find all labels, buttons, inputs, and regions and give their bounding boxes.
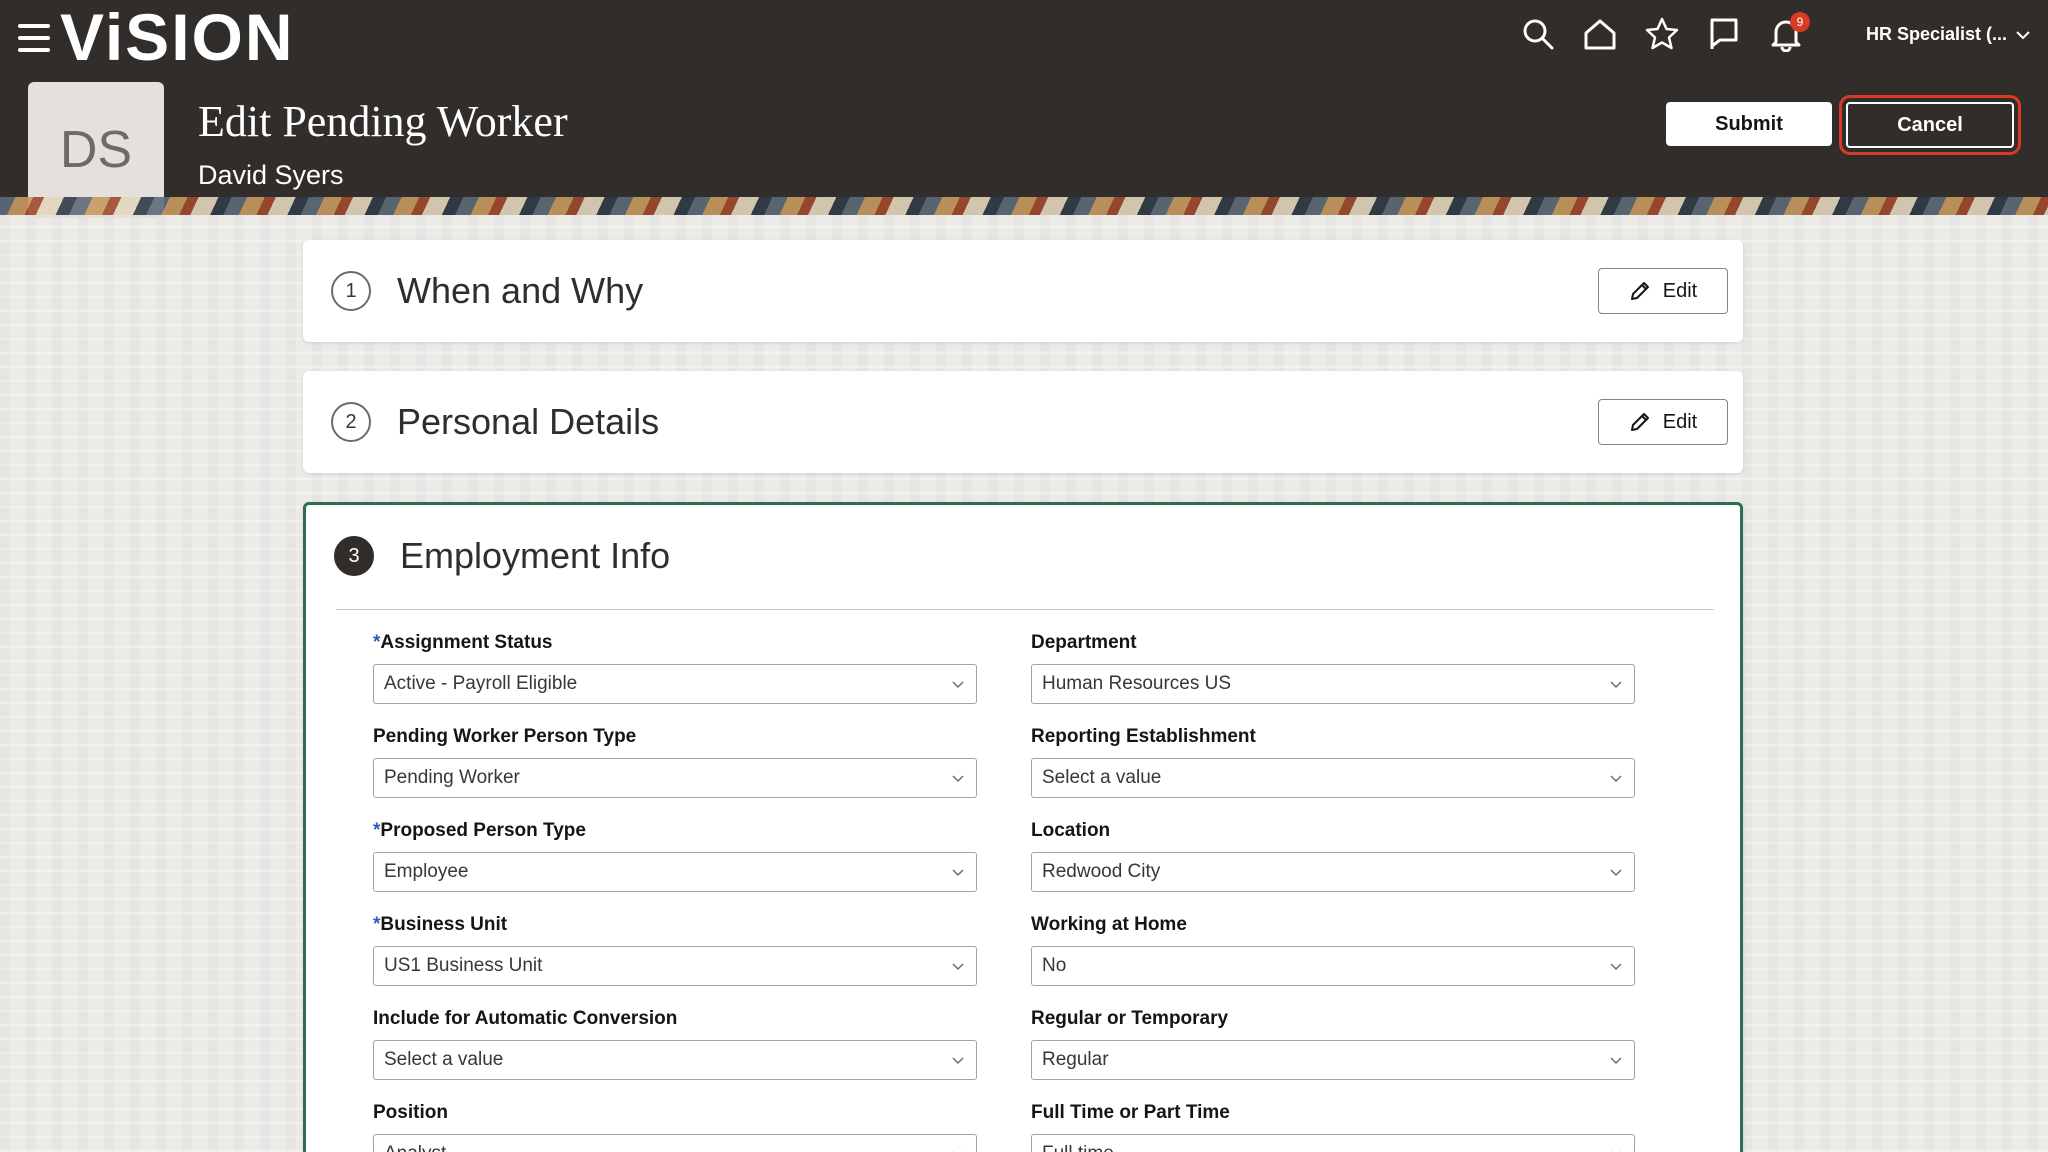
proposed-person-type-select[interactable]: Employee [373,852,977,892]
regular-or-temporary-select[interactable]: Regular [1031,1040,1635,1080]
chevron-down-icon [952,1057,964,1065]
chevron-down-icon [1610,681,1622,689]
select-value: Full time [1042,1143,1114,1152]
chevron-down-icon [952,963,964,971]
field-label: Assignment Status [380,632,553,653]
pencil-icon [1630,413,1649,431]
select-value: Employee [384,861,469,882]
working-at-home-select[interactable]: No [1031,946,1635,986]
edit-personal-details-button[interactable]: Edit [1598,399,1728,445]
field-label: Business Unit [380,914,508,935]
working-at-home-field: Working at Home No [1031,913,1635,986]
search-icon[interactable] [1520,16,1556,52]
star-icon[interactable] [1644,16,1680,52]
select-value: US1 Business Unit [384,955,543,976]
chevron-down-icon [1610,963,1622,971]
reporting-establishment-select[interactable]: Select a value [1031,758,1635,798]
chevron-down-icon [1610,775,1622,783]
step-number: 2 [331,402,371,442]
worker-name: David Syers [198,160,344,190]
select-value: Pending Worker [384,767,520,788]
step-number: 3 [334,536,374,576]
field-label: Regular or Temporary [1031,1008,1229,1029]
section-employment-info: 3 Employment Info *Assignment Status Act… [303,502,1743,1152]
chevron-down-icon [1611,1151,1621,1152]
location-select[interactable]: Redwood City [1031,852,1635,892]
section-when-and-why: 1 When and Why Edit [303,240,1743,342]
full-or-part-time-select[interactable]: Full time [1031,1134,1635,1152]
select-value: Regular [1042,1049,1109,1070]
pending-worker-person-type-select[interactable]: Pending Worker [373,758,977,798]
field-label: Include for Automatic Conversion [373,1008,678,1029]
menu-icon[interactable] [18,24,50,52]
proposed-person-type-field: *Proposed Person Type Employee [373,819,977,892]
user-menu-label: HR Specialist (... [1866,24,2008,44]
global-toolbar: 9 [1520,12,1810,53]
section-title: When and Why [397,270,644,311]
select-value: No [1042,955,1067,976]
select-value: Redwood City [1042,861,1161,882]
automatic-conversion-field: Include for Automatic Conversion Select … [373,1007,977,1080]
field-label: Location [1031,820,1111,841]
pencil-icon [1630,282,1649,300]
field-label: Department [1031,632,1137,653]
edit-when-and-why-button[interactable]: Edit [1598,268,1728,314]
department-field: Department Human Resources US [1031,631,1635,704]
app-logo[interactable]: ViSION [60,2,295,72]
chevron-down-icon [1610,1057,1622,1065]
select-value: Analyst [384,1143,446,1152]
section-title: Personal Details [397,401,660,442]
assignment-status-field: *Assignment Status Active - Payroll Elig… [373,631,977,704]
chevron-down-icon [953,1151,963,1152]
bell-icon[interactable]: 9 [1768,12,1810,53]
assignment-status-select[interactable]: Active - Payroll Eligible [373,664,977,704]
field-label: Position [373,1102,448,1123]
chevron-down-icon [952,775,964,783]
department-select[interactable]: Human Resources US [1031,664,1635,704]
field-label: Reporting Establishment [1031,726,1256,747]
page-title: Edit Pending Worker [198,97,568,146]
field-label: Working at Home [1031,914,1187,935]
chevron-down-icon [2016,30,2030,39]
field-label: Pending Worker Person Type [373,726,637,747]
regular-or-temporary-field: Regular or Temporary Regular [1031,1007,1635,1080]
section-divider [336,609,1714,610]
notification-badge: 9 [1790,12,1810,32]
position-field: Position Analyst [373,1101,977,1152]
app-header: ViSION 9 HR Specialist (... DS Edit Pend… [0,0,2048,218]
position-select[interactable]: Analyst [373,1134,977,1152]
step-number: 1 [331,271,371,311]
select-value: Human Resources US [1042,673,1232,694]
field-label: Full Time or Part Time [1031,1102,1230,1123]
chevron-down-icon [1610,869,1622,877]
home-icon[interactable] [1582,16,1618,52]
select-value: Select a value [384,1049,504,1070]
field-label: Proposed Person Type [380,820,586,841]
pending-worker-person-type-field: Pending Worker Person Type Pending Worke… [373,725,977,798]
business-unit-field: *Business Unit US1 Business Unit [373,913,977,986]
header-decorative-band [0,197,2048,215]
business-unit-select[interactable]: US1 Business Unit [373,946,977,986]
cancel-button[interactable]: Cancel [1839,95,2021,155]
flag-icon[interactable] [1706,16,1742,52]
section-title: Employment Info [400,535,671,576]
edit-label: Edit [1662,410,1698,433]
submit-button[interactable]: Submit [1666,102,1832,146]
section-personal-details: 2 Personal Details Edit [303,371,1743,473]
location-field: Location Redwood City [1031,819,1635,892]
full-or-part-time-field: Full Time or Part Time Full time [1031,1101,1635,1152]
automatic-conversion-select[interactable]: Select a value [373,1040,977,1080]
chevron-down-icon [952,681,964,689]
user-menu[interactable]: HR Specialist (... [1866,24,2031,45]
edit-label: Edit [1662,279,1698,302]
reporting-establishment-field: Reporting Establishment Select a value [1031,725,1635,798]
select-value: Active - Payroll Eligible [384,673,578,694]
select-value: Select a value [1042,767,1162,788]
chevron-down-icon [952,869,964,877]
